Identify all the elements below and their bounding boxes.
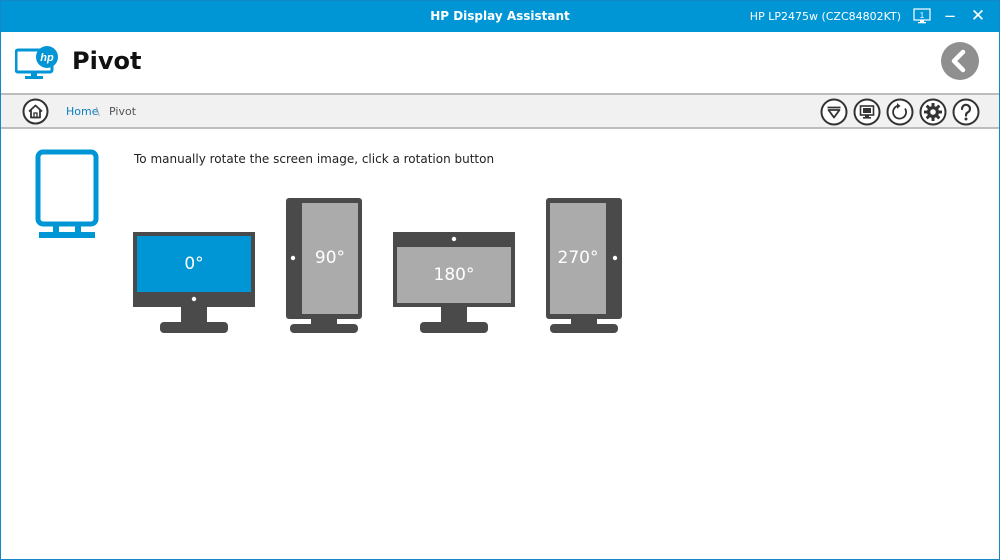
title-bar: HP Display Assistant HP LP2475w (CZC8480… [1,1,999,32]
rotate-180-button[interactable]: 180° [393,232,515,334]
monitor-name: HP LP2475w (CZC84802KT) [749,10,901,23]
settings-button[interactable] [919,98,947,126]
hp-logo-text: hp [40,52,54,64]
rotate-0-button[interactable]: 0° [133,232,255,334]
close-button[interactable]: ✕ [967,5,989,27]
page-header: hp Pivot [1,32,999,93]
rotation-270-label: 270° [557,248,599,268]
rotation-instruction: To manually rotate the screen image, cli… [134,152,495,166]
settings-icon [919,98,947,126]
back-button[interactable] [941,42,979,80]
main-content: To manually rotate the screen image, cli… [1,129,999,559]
screen-capture-button[interactable] [853,98,881,126]
help-button[interactable] [952,98,980,126]
screen-capture-icon [853,98,881,126]
menu-dropdown-button[interactable] [820,98,848,126]
rotate-270-button[interactable]: 270° [546,198,622,334]
portrait-monitor-icon [35,149,99,241]
chevron-left-icon [951,49,966,73]
monitor-number-icon[interactable]: 1 [913,8,931,24]
home-icon [22,98,49,125]
refresh-icon [886,98,914,126]
monitor-number: 1 [920,11,925,20]
hp-monitor-logo-icon: hp [14,46,61,80]
breadcrumb-current: Pivot [109,105,137,118]
rotation-180-label: 180° [433,265,475,285]
app-window: HP Display Assistant HP LP2475w (CZC8480… [0,0,1000,560]
help-icon [952,98,980,126]
page-title: Pivot [72,47,142,75]
refresh-button[interactable] [886,98,914,126]
minimize-button[interactable]: − [939,5,961,27]
navigation-bar: Home \ Pivot [1,93,999,129]
rotation-90-label: 90° [314,248,346,268]
rotate-90-button[interactable]: 90° [286,198,362,334]
rotation-0-label: 0° [184,254,204,274]
home-button[interactable] [22,98,49,125]
menu-dropdown-icon [820,98,848,126]
breadcrumb-home-link[interactable]: Home [66,105,98,118]
breadcrumb-separator: \ [96,105,100,118]
